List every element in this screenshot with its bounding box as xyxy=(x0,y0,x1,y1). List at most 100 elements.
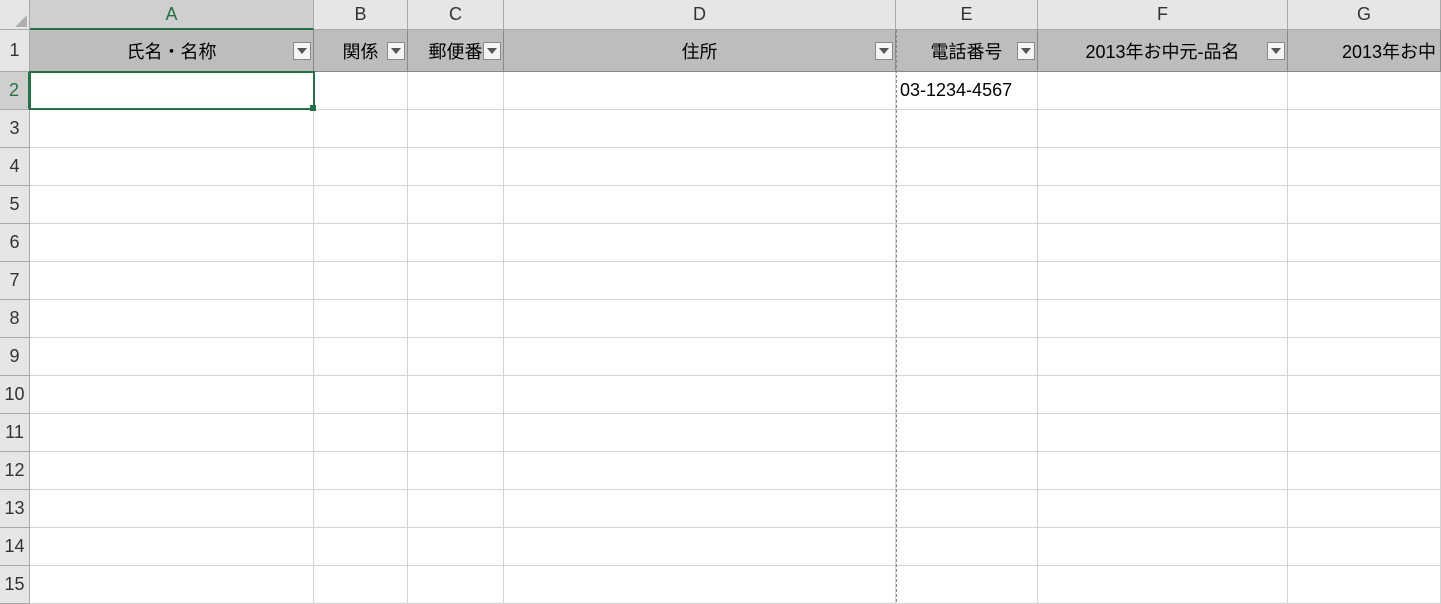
cell-G11[interactable] xyxy=(1288,414,1441,452)
cell-A6[interactable] xyxy=(30,224,314,262)
cell-B3[interactable] xyxy=(314,110,408,148)
row-header-6[interactable]: 6 xyxy=(0,224,30,262)
cell-F6[interactable] xyxy=(1038,224,1288,262)
cell-D14[interactable] xyxy=(504,528,896,566)
cell-D15[interactable] xyxy=(504,566,896,604)
cell-B5[interactable] xyxy=(314,186,408,224)
cell-A5[interactable] xyxy=(30,186,314,224)
cell-A2[interactable] xyxy=(30,72,314,110)
cell-F8[interactable] xyxy=(1038,300,1288,338)
filter-button-A[interactable] xyxy=(293,42,311,60)
cell-A10[interactable] xyxy=(30,376,314,414)
cell-F2[interactable] xyxy=(1038,72,1288,110)
cell-C5[interactable] xyxy=(408,186,504,224)
cell-G3[interactable] xyxy=(1288,110,1441,148)
cell-D10[interactable] xyxy=(504,376,896,414)
filter-button-B[interactable] xyxy=(387,42,405,60)
cell-A4[interactable] xyxy=(30,148,314,186)
cell-D13[interactable] xyxy=(504,490,896,528)
col-header-D[interactable]: D xyxy=(504,0,896,30)
cell-F10[interactable] xyxy=(1038,376,1288,414)
filter-button-F[interactable] xyxy=(1267,42,1285,60)
cell-G14[interactable] xyxy=(1288,528,1441,566)
cell-G9[interactable] xyxy=(1288,338,1441,376)
row-header-15[interactable]: 15 xyxy=(0,566,30,604)
row-header-12[interactable]: 12 xyxy=(0,452,30,490)
cell-D5[interactable] xyxy=(504,186,896,224)
cell-E15[interactable] xyxy=(896,566,1038,604)
cell-G15[interactable] xyxy=(1288,566,1441,604)
cell-C8[interactable] xyxy=(408,300,504,338)
row-header-14[interactable]: 14 xyxy=(0,528,30,566)
col-header-C[interactable]: C xyxy=(408,0,504,30)
cell-F14[interactable] xyxy=(1038,528,1288,566)
cell-E7[interactable] xyxy=(896,262,1038,300)
cell-A3[interactable] xyxy=(30,110,314,148)
cell-G7[interactable] xyxy=(1288,262,1441,300)
cell-C1[interactable]: 郵便番 xyxy=(408,30,504,72)
cell-A8[interactable] xyxy=(30,300,314,338)
cell-A12[interactable] xyxy=(30,452,314,490)
cell-D6[interactable] xyxy=(504,224,896,262)
cell-E13[interactable] xyxy=(896,490,1038,528)
row-header-1[interactable]: 1 xyxy=(0,30,30,72)
cell-D7[interactable] xyxy=(504,262,896,300)
cell-F11[interactable] xyxy=(1038,414,1288,452)
cell-F12[interactable] xyxy=(1038,452,1288,490)
cell-C4[interactable] xyxy=(408,148,504,186)
cell-D12[interactable] xyxy=(504,452,896,490)
row-header-13[interactable]: 13 xyxy=(0,490,30,528)
cell-C2[interactable] xyxy=(408,72,504,110)
row-header-4[interactable]: 4 xyxy=(0,148,30,186)
cell-A15[interactable] xyxy=(30,566,314,604)
cell-E3[interactable] xyxy=(896,110,1038,148)
col-header-B[interactable]: B xyxy=(314,0,408,30)
cell-C7[interactable] xyxy=(408,262,504,300)
cell-B9[interactable] xyxy=(314,338,408,376)
cell-B10[interactable] xyxy=(314,376,408,414)
cell-D4[interactable] xyxy=(504,148,896,186)
row-header-5[interactable]: 5 xyxy=(0,186,30,224)
cell-B7[interactable] xyxy=(314,262,408,300)
cell-F5[interactable] xyxy=(1038,186,1288,224)
cell-F7[interactable] xyxy=(1038,262,1288,300)
cell-G13[interactable] xyxy=(1288,490,1441,528)
row-header-9[interactable]: 9 xyxy=(0,338,30,376)
cell-F9[interactable] xyxy=(1038,338,1288,376)
cell-B4[interactable] xyxy=(314,148,408,186)
row-header-11[interactable]: 11 xyxy=(0,414,30,452)
cell-B13[interactable] xyxy=(314,490,408,528)
cell-G1[interactable]: 2013年お中 xyxy=(1288,30,1441,72)
cell-E6[interactable] xyxy=(896,224,1038,262)
row-header-10[interactable]: 10 xyxy=(0,376,30,414)
cell-E12[interactable] xyxy=(896,452,1038,490)
cell-B15[interactable] xyxy=(314,566,408,604)
cell-B8[interactable] xyxy=(314,300,408,338)
col-header-A[interactable]: A xyxy=(30,0,314,30)
cell-D1[interactable]: 住所 xyxy=(504,30,896,72)
cell-C11[interactable] xyxy=(408,414,504,452)
cell-F15[interactable] xyxy=(1038,566,1288,604)
cell-A1[interactable]: 氏名・名称 xyxy=(30,30,314,72)
cell-E9[interactable] xyxy=(896,338,1038,376)
cell-E2[interactable]: 03-1234-4567 xyxy=(896,72,1038,110)
cell-G8[interactable] xyxy=(1288,300,1441,338)
cell-C14[interactable] xyxy=(408,528,504,566)
cell-G10[interactable] xyxy=(1288,376,1441,414)
cell-A11[interactable] xyxy=(30,414,314,452)
cell-G4[interactable] xyxy=(1288,148,1441,186)
cell-C13[interactable] xyxy=(408,490,504,528)
cell-D8[interactable] xyxy=(504,300,896,338)
cell-A7[interactable] xyxy=(30,262,314,300)
cell-G2[interactable] xyxy=(1288,72,1441,110)
cell-A9[interactable] xyxy=(30,338,314,376)
cell-F1[interactable]: 2013年お中元-品名 xyxy=(1038,30,1288,72)
col-header-G[interactable]: G xyxy=(1288,0,1441,30)
cell-B14[interactable] xyxy=(314,528,408,566)
cell-G5[interactable] xyxy=(1288,186,1441,224)
cell-C15[interactable] xyxy=(408,566,504,604)
row-header-3[interactable]: 3 xyxy=(0,110,30,148)
row-header-7[interactable]: 7 xyxy=(0,262,30,300)
col-header-E[interactable]: E xyxy=(896,0,1038,30)
cell-G6[interactable] xyxy=(1288,224,1441,262)
